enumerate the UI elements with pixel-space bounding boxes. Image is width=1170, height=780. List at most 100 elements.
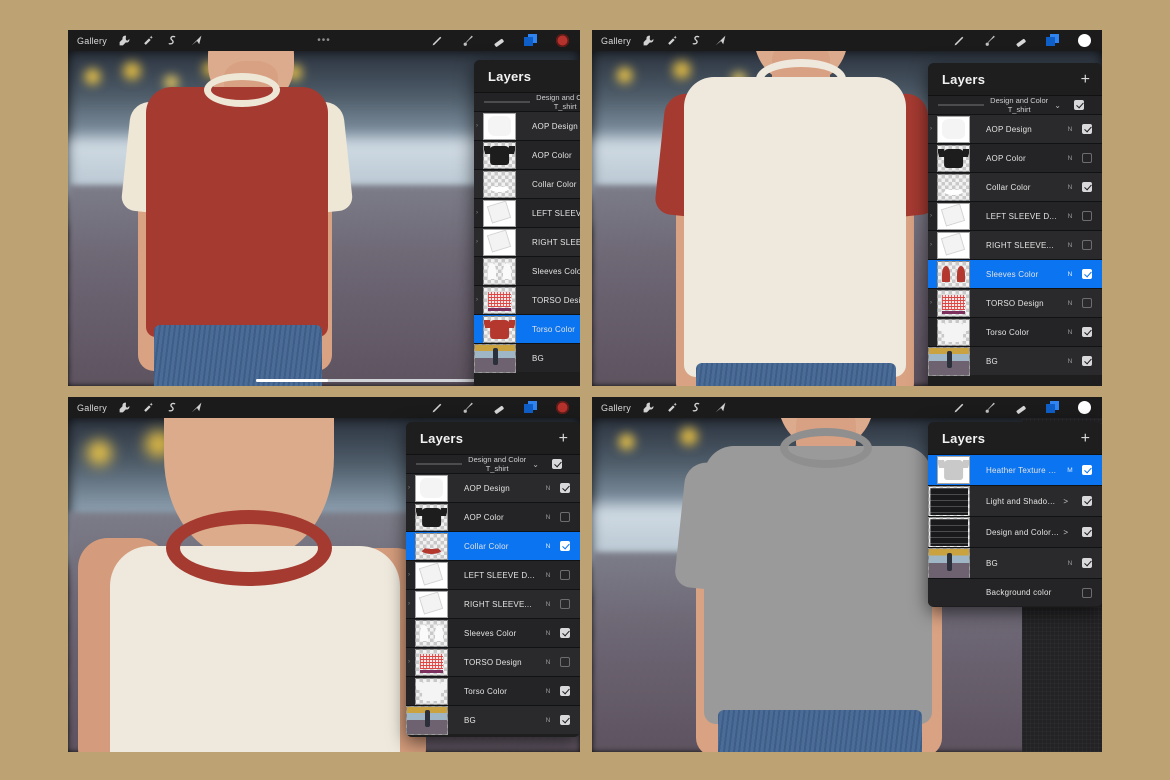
layer-visibility-checkbox[interactable] bbox=[560, 657, 570, 667]
layer-visibility-checkbox[interactable] bbox=[560, 512, 570, 522]
magic-wand-icon[interactable] bbox=[142, 401, 155, 414]
expand-caret-icon[interactable]: › bbox=[408, 485, 410, 491]
adjustments-icon[interactable] bbox=[118, 401, 131, 414]
table-row[interactable]: › RIGHT SLEEVE... N bbox=[928, 230, 1102, 259]
brush-icon[interactable] bbox=[431, 401, 444, 414]
layers-icon[interactable] bbox=[1046, 34, 1060, 47]
layer-group-header[interactable]: Design and Color T_shirt ⌄ bbox=[406, 454, 580, 473]
blend-mode[interactable]: N bbox=[542, 543, 554, 550]
expand-caret-icon[interactable]: › bbox=[408, 601, 410, 607]
layers-icon[interactable] bbox=[524, 34, 538, 47]
group-visibility-checkbox[interactable] bbox=[1074, 100, 1084, 110]
eraser-icon[interactable] bbox=[1015, 34, 1028, 47]
add-layer-button[interactable]: + bbox=[1081, 71, 1090, 87]
blend-mode[interactable]: N bbox=[1064, 155, 1076, 162]
magic-wand-icon[interactable] bbox=[142, 34, 155, 47]
layer-visibility-checkbox[interactable] bbox=[1082, 327, 1092, 337]
table-row[interactable]: ›TORSO DesignN bbox=[474, 285, 580, 314]
layer-list-1[interactable]: ›AOP DesignN AOP ColorN Collar ColorN ›L… bbox=[474, 111, 580, 373]
table-row[interactable]: Light and Shadow T_S...> bbox=[928, 485, 1102, 517]
selection-icon[interactable] bbox=[166, 34, 179, 47]
layer-visibility-checkbox[interactable] bbox=[1082, 269, 1092, 279]
blend-mode[interactable]: N bbox=[542, 514, 554, 521]
blend-mode[interactable]: N bbox=[1064, 329, 1076, 336]
blend-mode[interactable]: N bbox=[1064, 358, 1076, 365]
table-row[interactable]: ›LEFT SLEEVE D...N bbox=[474, 198, 580, 227]
expand-caret-icon[interactable]: › bbox=[930, 242, 932, 248]
table-row[interactable]: BGN bbox=[474, 343, 580, 373]
brush-icon[interactable] bbox=[431, 34, 444, 47]
transform-icon[interactable] bbox=[190, 34, 203, 47]
blend-mode[interactable]: N bbox=[1064, 300, 1076, 307]
gallery-button[interactable]: Gallery bbox=[77, 403, 107, 413]
table-row[interactable]: ›TORSO DesignN bbox=[928, 288, 1102, 317]
brush-icon[interactable] bbox=[953, 34, 966, 47]
add-layer-button[interactable]: + bbox=[559, 430, 568, 446]
table-row[interactable]: Design and Color T_shirt> bbox=[928, 516, 1102, 548]
color-icon[interactable] bbox=[556, 34, 569, 47]
blend-mode[interactable]: N bbox=[1064, 242, 1076, 249]
layer-visibility-checkbox[interactable] bbox=[1082, 496, 1092, 506]
layers-panel-2[interactable]: Layers + Design and Color T_shirt ⌄ › AOP… bbox=[928, 63, 1102, 386]
eraser-icon[interactable] bbox=[493, 401, 506, 414]
table-row[interactable]: AOP ColorN bbox=[474, 140, 580, 169]
layer-visibility-checkbox[interactable] bbox=[1082, 356, 1092, 366]
expand-caret-icon[interactable]: › bbox=[476, 210, 478, 216]
table-row[interactable]: Collar ColorN bbox=[928, 172, 1102, 201]
layer-visibility-checkbox[interactable] bbox=[1082, 211, 1092, 221]
blend-mode[interactable]: N bbox=[1064, 213, 1076, 220]
chevron-right-icon[interactable]: > bbox=[1063, 528, 1068, 537]
layers-icon[interactable] bbox=[524, 401, 538, 414]
table-row[interactable]: ›AOP DesignN bbox=[928, 114, 1102, 143]
eraser-icon[interactable] bbox=[493, 34, 506, 47]
adjustments-icon[interactable] bbox=[642, 401, 655, 414]
gallery-button[interactable]: Gallery bbox=[601, 36, 631, 46]
blend-mode[interactable]: N bbox=[542, 630, 554, 637]
blend-mode[interactable]: N bbox=[542, 485, 554, 492]
color-icon[interactable] bbox=[1078, 34, 1091, 47]
layers-icon[interactable] bbox=[1046, 401, 1060, 414]
table-row[interactable]: Collar ColorN bbox=[474, 169, 580, 198]
layer-visibility-checkbox[interactable] bbox=[1082, 153, 1092, 163]
expand-caret-icon[interactable]: › bbox=[408, 572, 410, 578]
layer-visibility-checkbox[interactable] bbox=[560, 715, 570, 725]
blend-mode[interactable]: M bbox=[1064, 467, 1076, 474]
selection-icon[interactable] bbox=[690, 34, 703, 47]
chevron-right-icon[interactable]: > bbox=[1063, 497, 1068, 506]
group-visibility-checkbox[interactable] bbox=[552, 459, 562, 469]
add-layer-button[interactable]: + bbox=[1081, 430, 1090, 446]
layers-panel-1[interactable]: Layers + Design and Color T_shirt ⌄ › AOP… bbox=[474, 60, 580, 386]
adjustments-icon[interactable] bbox=[642, 34, 655, 47]
table-row[interactable]: ›AOP DesignN bbox=[406, 473, 580, 502]
table-row[interactable]: Torso Color N bbox=[406, 676, 580, 705]
selection-icon[interactable] bbox=[690, 401, 703, 414]
blend-mode[interactable]: N bbox=[1064, 184, 1076, 191]
layer-group-header[interactable]: Design and Color T_shirt ⌄ bbox=[928, 95, 1102, 114]
expand-caret-icon[interactable]: › bbox=[408, 659, 410, 665]
table-row[interactable]: ›AOP DesignN bbox=[474, 111, 580, 140]
expand-caret-icon[interactable]: › bbox=[930, 213, 932, 219]
layers-panel-3[interactable]: Layers + Design and Color T_shirt ⌄ › AOP… bbox=[406, 422, 580, 737]
chevron-down-icon[interactable]: ⌄ bbox=[1054, 101, 1061, 110]
adjustments-icon[interactable] bbox=[118, 34, 131, 47]
layer-list-3[interactable]: › AOP Design N AOP Color N Collar Color N › L… bbox=[406, 473, 580, 735]
gallery-button[interactable]: Gallery bbox=[77, 36, 107, 46]
transform-icon[interactable] bbox=[190, 401, 203, 414]
smudge-icon[interactable] bbox=[984, 34, 997, 47]
table-row[interactable]: ›TORSO DesignN bbox=[406, 647, 580, 676]
transform-icon[interactable] bbox=[714, 34, 727, 47]
blend-mode[interactable]: N bbox=[1064, 560, 1076, 567]
smudge-icon[interactable] bbox=[984, 401, 997, 414]
layer-list-4[interactable]: Heather Texture DO... M Light and Shadow … bbox=[928, 454, 1102, 606]
expand-caret-icon[interactable]: › bbox=[930, 126, 932, 132]
table-row[interactable]: BGN bbox=[406, 705, 580, 735]
table-row[interactable]: Sleeves Color N bbox=[406, 618, 580, 647]
layer-visibility-checkbox[interactable] bbox=[1082, 465, 1092, 475]
table-row[interactable]: ›LEFT SLEEVE D...N bbox=[928, 201, 1102, 230]
layer-visibility-checkbox[interactable] bbox=[1082, 240, 1092, 250]
overflow-dots[interactable]: ••• bbox=[317, 35, 331, 46]
layer-visibility-checkbox[interactable] bbox=[1082, 182, 1092, 192]
table-row[interactable]: ›LEFT SLEEVE D...N bbox=[406, 560, 580, 589]
color-icon[interactable] bbox=[556, 401, 569, 414]
layer-visibility-checkbox[interactable] bbox=[1082, 558, 1092, 568]
